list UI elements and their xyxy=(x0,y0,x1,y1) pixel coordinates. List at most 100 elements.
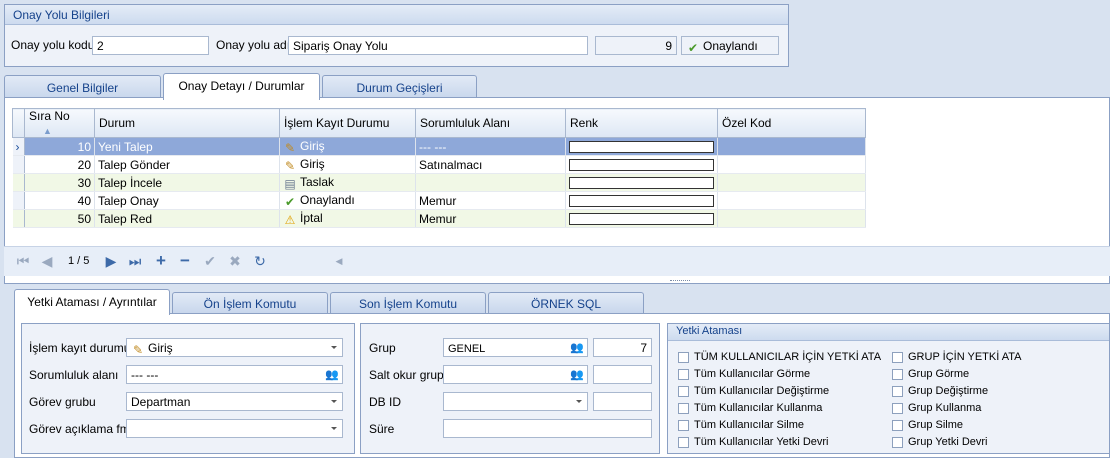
yetki-checkbox-label: Tüm Kullanıcılar Değiştirme xyxy=(694,385,830,397)
tab-durum-gecisleri[interactable]: Durum Geçişleri xyxy=(322,75,477,99)
yetki-checkbox[interactable] xyxy=(678,437,689,448)
yetki-checkbox[interactable] xyxy=(678,403,689,414)
edit-icon: ✎ xyxy=(284,140,296,155)
yetki-checkbox[interactable] xyxy=(892,352,903,363)
islem-kayit-label: İşlem kayıt durumu xyxy=(29,341,131,355)
yetki-checkbox[interactable] xyxy=(678,369,689,380)
cancel-record-icon[interactable]: ✖ xyxy=(226,253,244,269)
tab-ornek-sql[interactable]: ÖRNEK SQL xyxy=(488,292,644,314)
col-ozel-kod[interactable]: Özel Kod xyxy=(717,108,866,138)
dbid-number[interactable] xyxy=(593,392,652,411)
salt-number[interactable] xyxy=(593,365,652,384)
refresh-icon[interactable]: ↻ xyxy=(251,253,269,269)
delete-record-icon[interactable]: − xyxy=(176,252,194,269)
chevron-down-icon xyxy=(576,400,582,403)
row-indicator-icon: › xyxy=(12,137,25,156)
document-icon: ▤ xyxy=(284,176,296,191)
grid-navigator: ⏮ ◀ 1 / 5 ▶ ⏭ + − ✔ ✖ ↻ ◀ xyxy=(4,246,1110,276)
yetki-checkbox-label: Tüm Kullanıcılar Görme xyxy=(694,368,811,380)
gorev-label: Görev grubu xyxy=(29,395,96,409)
col-renk[interactable]: Renk xyxy=(565,108,718,138)
tab-son-islem-komutu[interactable]: Son İşlem Komutu xyxy=(330,292,486,314)
first-record-icon[interactable]: ⏮ xyxy=(14,253,32,269)
scroll-left-icon[interactable]: ◀ xyxy=(330,253,348,269)
splitter-grip[interactable] xyxy=(670,280,690,283)
yetki-checkbox-label: Grup Kullanma xyxy=(908,402,982,414)
user-group-icon[interactable]: 👥 xyxy=(570,368,584,381)
user-group-icon[interactable]: 👥 xyxy=(325,368,339,381)
yetki-checkbox-label: Grup Silme xyxy=(908,419,964,431)
yetki-checkbox-label: TÜM KULLANICILAR İÇİN YETKİ ATA xyxy=(694,351,882,363)
grup-input[interactable]: GENEL 👥 xyxy=(443,338,588,357)
yetki-checkbox-label: Tüm Kullanıcılar Silme xyxy=(694,419,805,431)
code-input[interactable]: 2 xyxy=(92,36,209,55)
add-record-icon[interactable]: + xyxy=(152,252,170,269)
color-swatch[interactable] xyxy=(569,159,714,172)
gorev-fmt-select[interactable] xyxy=(126,419,343,438)
col-sorumluluk-alani[interactable]: Sorumluluk Alanı xyxy=(415,108,566,138)
chevron-down-icon xyxy=(331,400,337,403)
yetki-checkbox-label: Grup Değiştirme xyxy=(908,385,989,397)
sure-input[interactable] xyxy=(443,419,652,438)
col-durum[interactable]: Durum xyxy=(94,108,280,138)
name-input[interactable]: Sipariş Onay Yolu xyxy=(288,36,588,55)
chevron-down-icon xyxy=(331,427,337,430)
record-settings-box: İşlem kayıt durumu ✎ Giriş Sorumluluk ala… xyxy=(21,323,355,454)
warning-icon: ⚠ xyxy=(284,212,296,227)
col-sira-no[interactable]: Sıra No ▲ xyxy=(24,108,95,138)
salt-input[interactable]: 👥 xyxy=(443,365,588,384)
last-record-icon[interactable]: ⏭ xyxy=(126,253,144,269)
group-settings-box: Grup GENEL 👥 7 Salt okur grup 👥 DB ID Sür… xyxy=(360,323,660,454)
sure-label: Süre xyxy=(369,422,395,436)
salt-label: Salt okur grup xyxy=(369,368,444,382)
yetki-checkbox[interactable] xyxy=(892,437,903,448)
yetki-checkbox[interactable] xyxy=(678,352,689,363)
status-label: Onaylandı xyxy=(703,39,758,53)
tab-onay-detayi[interactable]: Onay Detayı / Durumlar xyxy=(163,73,320,100)
yetki-checkbox[interactable] xyxy=(892,386,903,397)
yetki-checkbox-label: Grup Yetki Devri xyxy=(908,436,988,448)
gorev-select[interactable]: Departman xyxy=(126,392,343,411)
edit-icon: ✎ xyxy=(132,343,144,357)
next-record-icon[interactable]: ▶ xyxy=(102,253,120,269)
sorumluluk-input[interactable]: --- --- 👥 xyxy=(126,365,343,384)
yetki-checkbox[interactable] xyxy=(678,386,689,397)
yetki-checkbox[interactable] xyxy=(892,403,903,414)
states-grid: Sıra No ▲ Durum İşlem Kayıt Durumu Sorum… xyxy=(12,108,866,228)
grup-label: Grup xyxy=(369,341,396,355)
table-row[interactable]: 50 Talep Red ⚠ İptal Memur xyxy=(12,209,866,228)
yetki-checkbox-label: Grup Görme xyxy=(908,368,970,380)
prev-record-icon[interactable]: ◀ xyxy=(38,253,56,269)
color-swatch[interactable] xyxy=(569,141,714,154)
grup-number[interactable]: 7 xyxy=(593,338,652,357)
details-panel: İşlem kayıt durumu ✎ Giriş Sorumluluk ala… xyxy=(14,313,1110,458)
table-row[interactable]: › 10 Yeni Talep ✎ Giriş --- --- xyxy=(12,137,866,156)
code-label: Onay yolu kodu xyxy=(11,38,95,52)
record-position: 1 / 5 xyxy=(68,255,90,267)
table-row[interactable]: 40 Talep Onay ✔ Onaylandı Memur xyxy=(12,191,866,210)
yetki-checkbox[interactable] xyxy=(678,420,689,431)
islem-kayit-select[interactable]: ✎ Giriş xyxy=(126,338,343,357)
yetki-box: Yetki Ataması TÜM KULLANICILAR İÇİN YETK… xyxy=(667,323,1110,454)
save-record-icon[interactable]: ✔ xyxy=(201,253,219,269)
gorev-fmt-label: Görev açıklama fmt xyxy=(29,422,134,436)
color-swatch[interactable] xyxy=(569,177,714,190)
color-swatch[interactable] xyxy=(569,195,714,208)
header-title: Onay Yolu Bilgileri xyxy=(5,5,788,25)
yetki-checkbox-label: Tüm Kullanıcılar Kullanma xyxy=(694,402,823,414)
table-row[interactable]: 20 Talep Gönder ✎ Giriş Satınalmacı xyxy=(12,155,866,174)
color-swatch[interactable] xyxy=(569,213,714,226)
col-islem-kayit-durumu[interactable]: İşlem Kayıt Durumu xyxy=(279,108,416,138)
user-group-icon[interactable]: 👥 xyxy=(570,341,584,354)
status-badge[interactable]: ✔ Onaylandı xyxy=(681,36,779,55)
yetki-checkbox[interactable] xyxy=(892,420,903,431)
dbid-select[interactable] xyxy=(443,392,588,411)
tab-yetki-atamasi[interactable]: Yetki Ataması / Ayrıntılar xyxy=(14,289,170,315)
tab-genel-bilgiler[interactable]: Genel Bilgiler xyxy=(4,75,161,99)
name-label: Onay yolu adı xyxy=(216,38,291,52)
yetki-checkbox-label: GRUP İÇİN YETKİ ATA xyxy=(908,351,1022,363)
chevron-down-icon xyxy=(331,346,337,349)
tab-on-islem-komutu[interactable]: Ön İşlem Komutu xyxy=(172,292,328,314)
table-row[interactable]: 30 Talep İncele ▤ Taslak xyxy=(12,173,866,192)
yetki-checkbox[interactable] xyxy=(892,369,903,380)
